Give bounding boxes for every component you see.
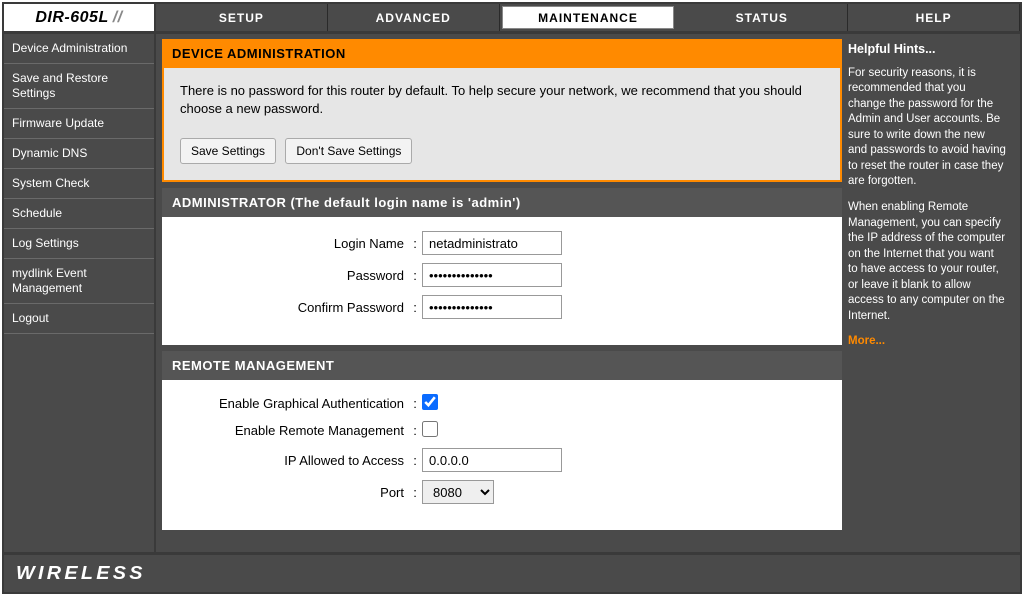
checkbox-remote-mgmt[interactable]: [422, 421, 438, 437]
row-port: Port : 8080: [178, 480, 826, 504]
hints-panel: Helpful Hints... For security reasons, i…: [848, 39, 1006, 547]
alert-message: There is no password for this router by …: [180, 82, 824, 118]
panel-administrator: ADMINISTRATOR (The default login name is…: [162, 188, 842, 345]
admin-form: Login Name : Password : Confirm Password…: [162, 217, 842, 345]
colon-icon: :: [408, 236, 422, 251]
sidebar-item-log-settings[interactable]: Log Settings: [4, 229, 154, 259]
row-graphical-auth: Enable Graphical Authentication :: [178, 394, 826, 413]
label-ip-allowed: IP Allowed to Access: [178, 453, 408, 468]
sidebar-item-label: Save and Restore Settings: [12, 71, 108, 100]
sidebar-item-label: mydlink Event Management: [12, 266, 87, 295]
sidebar-item-firmware-update[interactable]: Firmware Update: [4, 109, 154, 139]
footer-bar: WIRELESS: [4, 552, 1020, 592]
sidebar-item-logout[interactable]: Logout: [4, 304, 154, 334]
label-confirm-password: Confirm Password: [178, 300, 408, 315]
sidebar-item-device-administration[interactable]: Device Administration: [4, 34, 154, 64]
mid-row: Device Administration Save and Restore S…: [4, 34, 1020, 552]
tab-setup[interactable]: SETUP: [156, 4, 328, 31]
tab-label: MAINTENANCE: [538, 11, 638, 25]
colon-icon: :: [408, 396, 422, 411]
panel-remote-management: REMOTE MANAGEMENT Enable Graphical Authe…: [162, 351, 842, 530]
input-password[interactable]: [422, 263, 562, 287]
row-confirm-password: Confirm Password :: [178, 295, 826, 319]
dont-save-settings-button[interactable]: Don't Save Settings: [285, 138, 412, 164]
panel-title-text: ADMINISTRATOR (The default login name is…: [172, 195, 521, 210]
label-port: Port: [178, 485, 408, 500]
label-graphical-auth: Enable Graphical Authentication: [178, 396, 408, 411]
input-ip-allowed[interactable]: [422, 448, 562, 472]
app-frame: DIR-605L // SETUP ADVANCED MAINTENANCE S…: [2, 2, 1022, 594]
footer-brand: WIRELESS: [16, 563, 146, 584]
sidebar-item-mydlink-event[interactable]: mydlink Event Management: [4, 259, 154, 304]
sidebar-item-label: Firmware Update: [12, 116, 104, 130]
colon-icon: :: [408, 453, 422, 468]
hints-title: Helpful Hints...: [848, 41, 1006, 58]
hints-more-link[interactable]: More...: [848, 335, 885, 347]
sidebar-item-save-restore[interactable]: Save and Restore Settings: [4, 64, 154, 109]
tab-label: ADVANCED: [376, 11, 451, 25]
label-password: Password: [178, 268, 408, 283]
panel-title-text: REMOTE MANAGEMENT: [172, 358, 334, 373]
colon-icon: :: [408, 268, 422, 283]
tab-maintenance[interactable]: MAINTENANCE: [502, 6, 675, 29]
model-badge: DIR-605L //: [4, 4, 156, 31]
label-remote-mgmt: Enable Remote Management: [178, 423, 408, 438]
main-area: DEVICE ADMINISTRATION There is no passwo…: [156, 34, 1020, 552]
save-settings-button[interactable]: Save Settings: [180, 138, 276, 164]
model-slashes-icon: //: [113, 9, 123, 27]
tab-bar: SETUP ADVANCED MAINTENANCE STATUS HELP: [156, 4, 1020, 31]
colon-icon: :: [408, 300, 422, 315]
panel-alert-body: There is no password for this router by …: [162, 68, 842, 182]
row-remote-mgmt: Enable Remote Management :: [178, 421, 826, 440]
sidebar-item-label: Schedule: [12, 206, 62, 220]
input-login-name[interactable]: [422, 231, 562, 255]
sidebar-item-system-check[interactable]: System Check: [4, 169, 154, 199]
row-login-name: Login Name :: [178, 231, 826, 255]
panel-title-orange: DEVICE ADMINISTRATION: [162, 39, 842, 68]
tab-label: STATUS: [736, 11, 788, 25]
content-column: DEVICE ADMINISTRATION There is no passwo…: [162, 39, 842, 547]
tab-help[interactable]: HELP: [848, 4, 1020, 31]
tab-status[interactable]: STATUS: [676, 4, 848, 31]
remote-form: Enable Graphical Authentication : Enable…: [162, 380, 842, 530]
tab-label: SETUP: [219, 11, 264, 25]
colon-icon: :: [408, 423, 422, 438]
select-port[interactable]: 8080: [422, 480, 494, 504]
sidebar-item-schedule[interactable]: Schedule: [4, 199, 154, 229]
input-confirm-password[interactable]: [422, 295, 562, 319]
row-ip-allowed: IP Allowed to Access :: [178, 448, 826, 472]
panel-title-text: DEVICE ADMINISTRATION: [172, 46, 346, 61]
sidebar-item-label: Device Administration: [12, 41, 127, 55]
colon-icon: :: [408, 485, 422, 500]
model-label: DIR-605L: [35, 9, 108, 27]
sidebar-item-label: Dynamic DNS: [12, 146, 87, 160]
sidebar: Device Administration Save and Restore S…: [4, 34, 156, 552]
sidebar-item-dynamic-dns[interactable]: Dynamic DNS: [4, 139, 154, 169]
button-label: Save Settings: [191, 144, 265, 158]
panel-device-administration: DEVICE ADMINISTRATION There is no passwo…: [162, 39, 842, 182]
panel-title-gray: ADMINISTRATOR (The default login name is…: [162, 188, 842, 217]
label-login-name: Login Name: [178, 236, 408, 251]
row-password: Password :: [178, 263, 826, 287]
panel-title-gray: REMOTE MANAGEMENT: [162, 351, 842, 380]
button-label: Don't Save Settings: [296, 144, 401, 158]
top-bar: DIR-605L // SETUP ADVANCED MAINTENANCE S…: [4, 4, 1020, 34]
sidebar-item-label: System Check: [12, 176, 89, 190]
hints-paragraph-1: For security reasons, it is recommended …: [848, 66, 1006, 190]
hints-paragraph-2: When enabling Remote Management, you can…: [848, 200, 1006, 324]
sidebar-item-label: Log Settings: [12, 236, 79, 250]
sidebar-item-label: Logout: [12, 311, 49, 325]
checkbox-graphical-auth[interactable]: [422, 394, 438, 410]
tab-advanced[interactable]: ADVANCED: [328, 4, 500, 31]
tab-label: HELP: [916, 11, 952, 25]
